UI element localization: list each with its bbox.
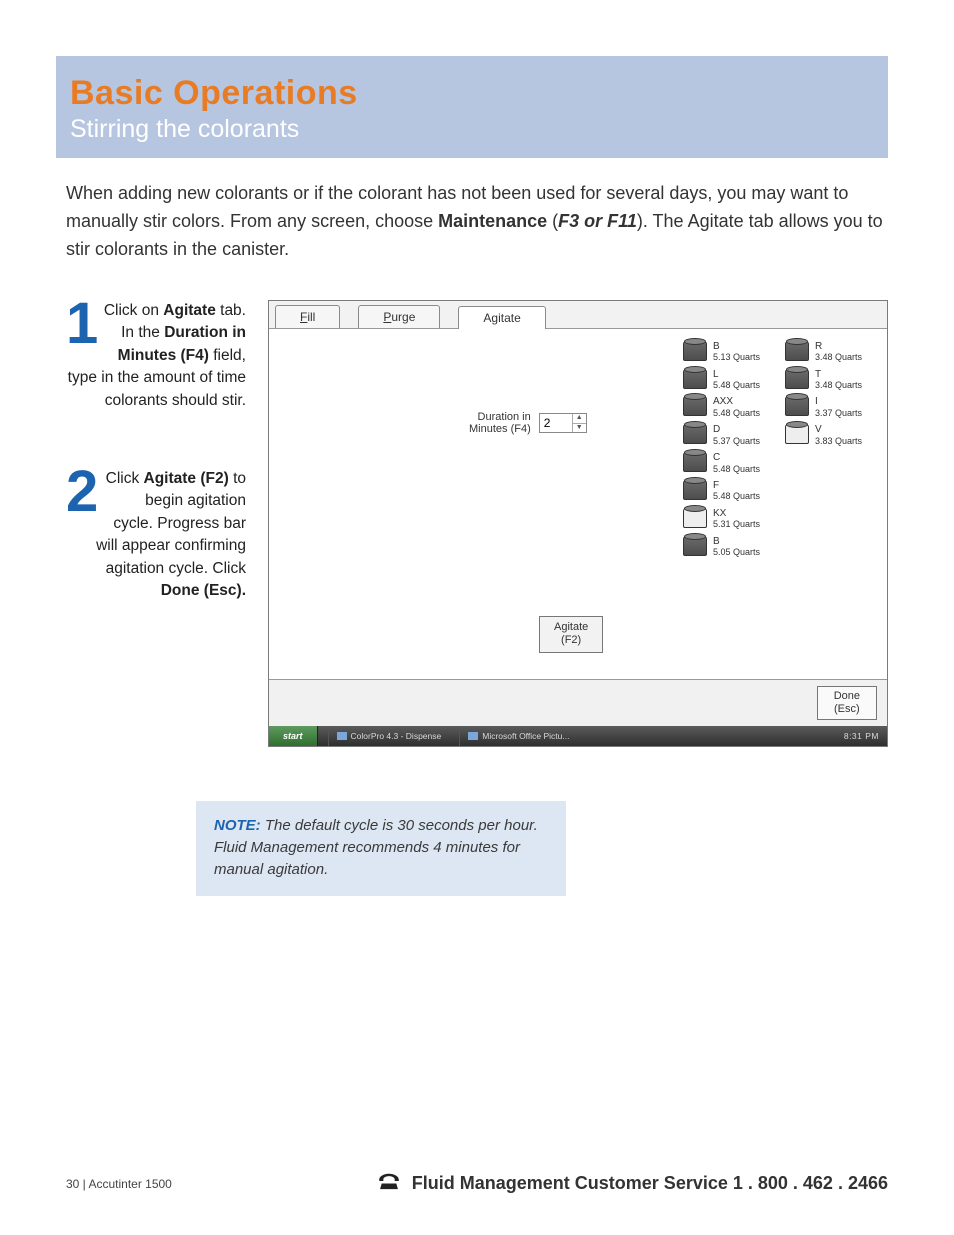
canister-qty: 5.48 Quarts <box>713 491 760 501</box>
page-banner: Basic Operations Stirring the colorants <box>56 56 888 158</box>
canister-item: B5.13 Quarts <box>683 341 775 363</box>
canister-code: L <box>713 369 760 381</box>
spinner-arrows[interactable]: ▲ ▼ <box>572 414 586 432</box>
canister-icon <box>785 369 809 389</box>
duration-group: Duration in Minutes (F4) ▲ ▼ <box>469 411 587 436</box>
canister-code: F <box>713 480 760 492</box>
tab-fill[interactable]: Fill <box>275 305 340 328</box>
step-1-number: 1 <box>66 300 98 348</box>
canister-qty: 3.48 Quarts <box>815 380 862 390</box>
canister-icon <box>785 396 809 416</box>
agitate-button[interactable]: Agitate (F2) <box>539 616 603 652</box>
note-box: NOTE: The default cycle is 30 seconds pe… <box>196 801 566 896</box>
canister-qty: 5.05 Quarts <box>713 547 760 557</box>
canister-qty: 3.48 Quarts <box>815 352 862 362</box>
canister-code: AXX <box>713 396 760 408</box>
canister-icon <box>683 480 707 500</box>
step-2-number: 2 <box>66 468 98 516</box>
intro-paragraph: When adding new colorants or if the colo… <box>66 180 888 264</box>
canister-qty: 5.13 Quarts <box>713 352 760 362</box>
canister-icon <box>683 424 707 444</box>
application-screenshot: Fill Purge Agitate Duration in Minutes (… <box>268 300 888 747</box>
canister-code: D <box>713 424 760 436</box>
canister-qty: 3.37 Quarts <box>815 408 862 418</box>
tab-agitate[interactable]: Agitate <box>458 306 545 329</box>
canister-item: AXX5.48 Quarts <box>683 396 775 418</box>
canister-item: I3.37 Quarts <box>785 396 877 418</box>
canister-icon <box>683 508 707 528</box>
footer-customer-service: Fluid Management Customer Service 1 . 80… <box>376 1170 888 1197</box>
canister-icon <box>683 452 707 472</box>
steps-column: 1 Click on Agitate tab. In the Duration … <box>66 300 246 659</box>
canister-icon <box>785 341 809 361</box>
duration-label: Duration in Minutes (F4) <box>469 411 531 436</box>
canister-item <box>785 480 877 502</box>
note-body: The default cycle is 30 seconds per hour… <box>214 817 538 878</box>
canister-grid: B5.13 QuartsR3.48 QuartsL5.48 QuartsT3.4… <box>677 329 887 679</box>
canister-item <box>785 452 877 474</box>
canister-icon <box>683 536 707 556</box>
canister-qty: 5.48 Quarts <box>713 408 760 418</box>
agitate-panel: Duration in Minutes (F4) ▲ ▼ Agitate <box>269 329 677 679</box>
footer-page-info: 30 | Accutinter 1500 <box>66 1177 172 1191</box>
canister-item: KX5.31 Quarts <box>683 508 775 530</box>
canister-item <box>785 508 877 530</box>
taskbar-item-office[interactable]: Microsoft Office Pictu... <box>459 726 577 746</box>
taskbar-item-colorpro[interactable]: ColorPro 4.3 - Dispense <box>328 726 450 746</box>
spinner-up-icon[interactable]: ▲ <box>573 414 586 424</box>
canister-item: F5.48 Quarts <box>683 480 775 502</box>
canister-code: B <box>713 341 760 353</box>
page-title: Basic Operations <box>70 74 874 113</box>
canister-item <box>785 536 877 558</box>
canister-item: D5.37 Quarts <box>683 424 775 446</box>
canister-code: I <box>815 396 862 408</box>
spinner-down-icon[interactable]: ▼ <box>573 424 586 433</box>
page-footer: 30 | Accutinter 1500 Fluid Management Cu… <box>66 1170 888 1197</box>
page-subtitle: Stirring the colorants <box>70 115 874 144</box>
canister-qty: 5.48 Quarts <box>713 380 760 390</box>
canister-qty: 3.83 Quarts <box>815 436 862 446</box>
canister-code: B <box>713 536 760 548</box>
tab-bar: Fill Purge Agitate <box>269 301 887 329</box>
canister-code: R <box>815 341 862 353</box>
canister-item: R3.48 Quarts <box>785 341 877 363</box>
done-button[interactable]: Done (Esc) <box>817 686 877 720</box>
phone-icon <box>376 1170 402 1197</box>
dialog-footer: Done (Esc) <box>269 679 887 726</box>
step-2: 2 Click Agitate (F2) to begin agitation … <box>66 468 246 603</box>
note-label: NOTE: <box>214 817 261 834</box>
canister-qty: 5.37 Quarts <box>713 436 760 446</box>
start-button[interactable]: start <box>269 726 318 746</box>
canister-code: C <box>713 452 760 464</box>
canister-item: B5.05 Quarts <box>683 536 775 558</box>
canister-code: KX <box>713 508 760 520</box>
duration-input[interactable] <box>540 414 572 432</box>
canister-code: V <box>815 424 862 436</box>
canister-item: C5.48 Quarts <box>683 452 775 474</box>
duration-spinner[interactable]: ▲ ▼ <box>539 413 587 433</box>
canister-qty: 5.31 Quarts <box>713 519 760 529</box>
canister-icon <box>683 396 707 416</box>
canister-icon <box>683 369 707 389</box>
canister-icon <box>785 424 809 444</box>
windows-taskbar: start ColorPro 4.3 - Dispense Microsoft … <box>269 726 887 746</box>
canister-item: T3.48 Quarts <box>785 369 877 391</box>
canister-icon <box>683 341 707 361</box>
step-1: 1 Click on Agitate tab. In the Duration … <box>66 300 246 412</box>
canister-item: V3.83 Quarts <box>785 424 877 446</box>
system-tray-time: 8:31 PM <box>844 731 879 741</box>
canister-code: T <box>815 369 862 381</box>
canister-qty: 5.48 Quarts <box>713 464 760 474</box>
canister-item: L5.48 Quarts <box>683 369 775 391</box>
tab-purge[interactable]: Purge <box>358 305 440 328</box>
